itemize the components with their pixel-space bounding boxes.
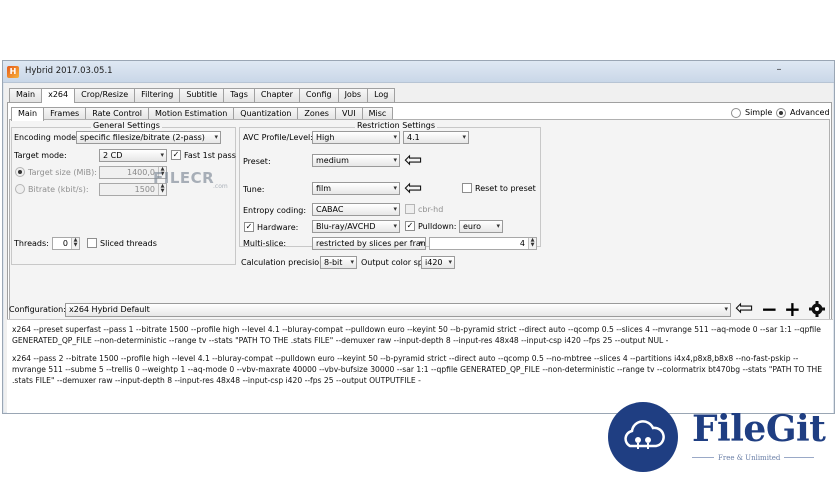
advanced-radio[interactable]	[776, 108, 786, 118]
fast-first-pass-label: Fast 1st pass	[184, 151, 236, 160]
chevron-down-icon: ▾	[393, 184, 397, 192]
main-tab-bar: Main x264 Crop/Resize Filtering Subtitle…	[9, 88, 396, 103]
chevron-down-icon: ▾	[496, 222, 500, 230]
chevron-down-icon: ▾	[393, 133, 397, 141]
multi-slice-label: Multi-slice:	[243, 239, 287, 248]
spinner-icon: ▲ ▼	[528, 238, 536, 249]
simple-label: Simple	[745, 108, 773, 117]
configuration-label: Configuration:	[9, 305, 66, 314]
threads-label: Threads:	[14, 239, 49, 248]
reset-to-preset-label: Reset to preset	[475, 184, 536, 193]
arrow-left-icon: ⇦	[404, 176, 423, 201]
tab-crop-resize[interactable]: Crop/Resize	[74, 88, 136, 102]
filegit-name: FileGit	[692, 408, 826, 450]
title-bar: H Hybrid 2017.03.05.1 –	[3, 61, 834, 83]
hardware-select[interactable]: Blu-ray/AVCHD ▾	[312, 220, 400, 233]
window-title: Hybrid 2017.03.05.1	[25, 66, 113, 76]
chevron-down-icon: ▾	[214, 133, 218, 141]
target-size-radio[interactable]	[15, 167, 25, 177]
cbr-hd-checkbox[interactable]	[405, 204, 415, 214]
target-mode-select[interactable]: 2 CD ▾	[99, 149, 167, 162]
filegit-badge: FileGit Free & Unlimited	[608, 402, 828, 472]
tune-select[interactable]: film ▾	[312, 182, 400, 195]
sliced-threads-label: Sliced threads	[100, 239, 157, 248]
fast-first-pass-checkbox[interactable]: ✓	[171, 150, 181, 160]
filegit-divider-right	[784, 457, 814, 458]
watermark-text: FILECR	[153, 169, 215, 187]
minimize-button[interactable]: –	[770, 64, 788, 78]
command-line-pass2: x264 --pass 2 --bitrate 1500 --profile h…	[12, 354, 823, 385]
encoding-mode-select[interactable]: specific filesize/bitrate (2-pass) ▾	[76, 131, 221, 144]
multi-slice-select[interactable]: restricted by slices per frame ▾	[312, 237, 426, 250]
tab-tags[interactable]: Tags	[223, 88, 255, 102]
pulldown-select[interactable]: euro ▾	[459, 220, 503, 233]
pulldown-checkbox[interactable]: ✓	[405, 221, 415, 231]
chevron-down-icon: ▾	[393, 222, 397, 230]
chevron-down-icon: ▾	[160, 151, 164, 159]
configuration-select[interactable]: x264 Hybrid Default ▾	[65, 303, 731, 317]
filegit-tagline: Free & Unlimited	[718, 454, 781, 462]
tab-chapter[interactable]: Chapter	[253, 88, 300, 102]
watermark-suffix: .com	[213, 183, 228, 190]
tab-config[interactable]: Config	[298, 88, 339, 102]
sliced-threads-checkbox[interactable]	[87, 238, 97, 248]
filegit-divider-left	[692, 457, 714, 458]
tab-main[interactable]: Main	[9, 88, 43, 102]
arrow-left-icon: ⇦	[404, 148, 423, 173]
remove-config-button[interactable]: −	[761, 297, 778, 321]
gear-icon[interactable]	[809, 301, 825, 317]
command-output: x264 --preset superfast --pass 1 --bitra…	[7, 319, 833, 413]
encoding-mode-label: Encoding mode:	[14, 133, 79, 142]
output-color-select[interactable]: i420 ▾	[421, 256, 455, 269]
chevron-down-icon: ▾	[350, 258, 354, 266]
calc-precision-select[interactable]: 8-bit ▾	[320, 256, 357, 269]
tab-log[interactable]: Log	[367, 88, 396, 102]
simple-radio[interactable]	[731, 108, 741, 118]
chevron-down-icon: ▾	[419, 239, 423, 247]
advanced-label: Advanced	[790, 108, 830, 117]
command-line-pass1: x264 --preset superfast --pass 1 --bitra…	[12, 325, 821, 345]
subtab-main[interactable]: Main	[11, 107, 45, 121]
hardware-label: Hardware:	[257, 223, 299, 232]
preset-select[interactable]: medium ▾	[312, 154, 400, 167]
multi-slice-count-input[interactable]: 4 ▲ ▼	[429, 237, 537, 250]
cbr-hd-label: cbr-hd	[418, 205, 444, 214]
app-window: H Hybrid 2017.03.05.1 – Main x264 Crop/R…	[2, 60, 835, 414]
entropy-coding-select[interactable]: CABAC ▾	[312, 203, 400, 216]
spinner-icon: ▲ ▼	[71, 238, 79, 249]
target-size-label: Target size (MiB):	[28, 168, 97, 177]
bitrate-radio[interactable]	[15, 184, 25, 194]
calc-precision-label: Calculation precision:	[241, 258, 327, 267]
load-config-button[interactable]: ⇦	[735, 298, 753, 320]
entropy-coding-label: Entropy coding:	[243, 206, 307, 215]
chevron-down-icon: ▾	[393, 205, 397, 213]
app-icon: H	[7, 66, 19, 78]
filegit-logo-icon	[608, 402, 678, 472]
restriction-settings-title: Restriction Settings	[355, 121, 438, 130]
tab-filtering[interactable]: Filtering	[134, 88, 181, 102]
pulldown-label: Pulldown:	[418, 222, 457, 231]
avc-level-select[interactable]: 4.1 ▾	[403, 131, 469, 144]
chevron-down-icon: ▾	[393, 156, 397, 164]
chevron-down-icon: ▾	[448, 258, 452, 266]
hardware-checkbox[interactable]: ✓	[244, 222, 254, 232]
tab-subtitle[interactable]: Subtitle	[179, 88, 225, 102]
chevron-down-icon: ▾	[462, 133, 466, 141]
target-mode-label: Target mode:	[14, 151, 67, 160]
tune-label: Tune:	[243, 185, 265, 194]
tab-x264[interactable]: x264	[41, 88, 76, 103]
general-settings-title: General Settings	[91, 121, 162, 130]
preset-label: Preset:	[243, 157, 271, 166]
add-config-button[interactable]: +	[784, 297, 801, 321]
bitrate-label: Bitrate (kbit/s):	[28, 185, 89, 194]
tab-jobs[interactable]: Jobs	[337, 88, 369, 102]
threads-input[interactable]: 0 ▲ ▼	[52, 237, 80, 250]
chevron-down-icon: ▾	[724, 305, 728, 313]
avc-profile-select[interactable]: High ▾	[312, 131, 400, 144]
reset-to-preset-checkbox[interactable]	[462, 183, 472, 193]
avc-profile-label: AVC Profile/Level:	[243, 133, 313, 142]
